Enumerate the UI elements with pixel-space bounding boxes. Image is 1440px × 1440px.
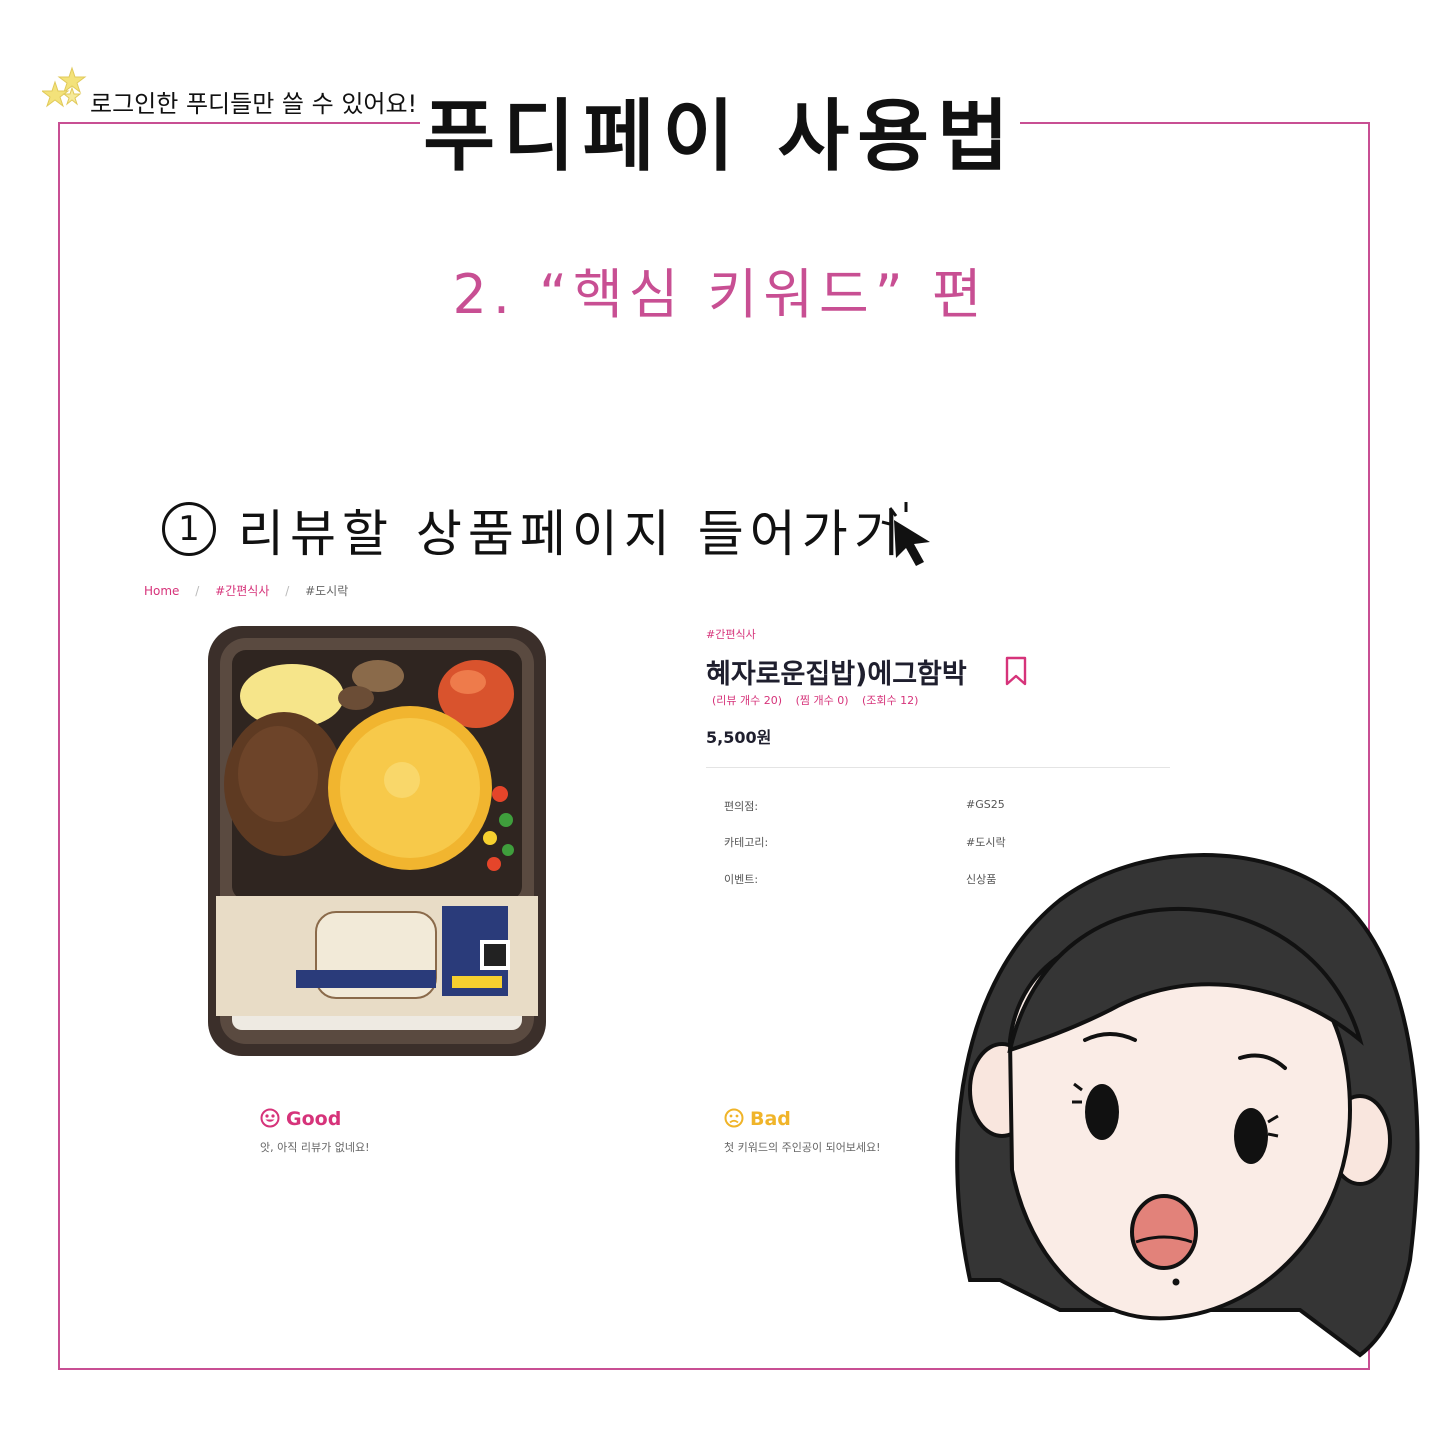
info-label-event: 이벤트: bbox=[724, 873, 759, 886]
bad-section-title: Bad bbox=[724, 1108, 791, 1130]
product-category-tag[interactable]: #간편식사 bbox=[706, 626, 756, 642]
review-count: (리뷰 개수 20) bbox=[712, 694, 783, 707]
good-label: Good bbox=[286, 1108, 342, 1130]
frown-icon bbox=[724, 1108, 744, 1128]
info-label-category: 카테고리: bbox=[724, 836, 769, 849]
breadcrumb-separator: / bbox=[285, 584, 290, 598]
good-empty-message: 앗, 아직 리뷰가 없네요! bbox=[260, 1141, 370, 1154]
view-count: (조회수 12) bbox=[862, 694, 919, 707]
bookmark-icon[interactable] bbox=[1004, 656, 1028, 686]
good-section-title: Good bbox=[260, 1108, 341, 1130]
bad-label: Bad bbox=[750, 1108, 791, 1130]
breadcrumb: Home / #간편식사 / #도시락 bbox=[144, 582, 360, 599]
info-value-store[interactable]: #GS25 bbox=[966, 798, 1005, 811]
like-count: (찜 개수 0) bbox=[795, 694, 849, 707]
smile-heart-eyes-icon bbox=[260, 1108, 280, 1128]
divider bbox=[706, 767, 1170, 768]
product-price: 5,500원 bbox=[706, 728, 772, 747]
bad-empty-message: 첫 키워드의 주인공이 되어보세요! bbox=[724, 1141, 881, 1154]
product-image bbox=[208, 626, 546, 1056]
breadcrumb-home[interactable]: Home bbox=[144, 584, 179, 598]
page-subtitle: 2. “핵심 키워드” 편 bbox=[452, 263, 988, 326]
page-title: 푸디페이 사용법 bbox=[420, 74, 1020, 186]
cursor-icon bbox=[881, 502, 930, 566]
step-number: 1 bbox=[162, 502, 216, 556]
login-note: 로그인한 푸디들만 쓸 수 있어요! bbox=[86, 84, 422, 119]
product-name: 혜자로운집밥)에그함박 bbox=[706, 659, 967, 690]
breadcrumb-separator: / bbox=[195, 584, 200, 598]
product-stats: (리뷰 개수 20) (찜 개수 0) (조회수 12) bbox=[712, 692, 928, 708]
stars-icon bbox=[42, 66, 87, 108]
breadcrumb-category[interactable]: #간편식사 bbox=[215, 584, 269, 598]
surprised-girl-illustration bbox=[955, 853, 1420, 1358]
breadcrumb-current: #도시락 bbox=[305, 584, 349, 598]
step-instruction: 리뷰할 상품페이지 들어가기 bbox=[238, 505, 906, 563]
info-label-store: 편의점: bbox=[724, 800, 759, 813]
